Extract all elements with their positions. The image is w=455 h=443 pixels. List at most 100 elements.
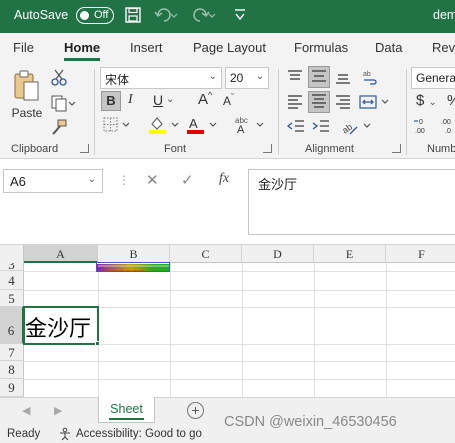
font-size-select[interactable]: 20 ⌄: [225, 67, 269, 89]
tab-page-layout[interactable]: Page Layout: [193, 40, 266, 55]
column-header-c[interactable]: C: [170, 245, 242, 263]
bold-button[interactable]: B: [101, 91, 121, 111]
column-headers: A B C D E F: [0, 245, 455, 263]
grow-font-button[interactable]: A^: [198, 90, 212, 108]
phonetic-guide-icon[interactable]: abc A: [233, 115, 267, 138]
font-name-select[interactable]: 宋体 ⌄: [100, 67, 222, 89]
divider: [94, 69, 95, 155]
shrink-font-button[interactable]: Aˇ: [223, 92, 234, 108]
column-header-d[interactable]: D: [242, 245, 314, 263]
align-middle-icon[interactable]: [308, 66, 330, 88]
svg-text:.00: .00: [441, 119, 451, 126]
sheet-nav-next-icon[interactable]: ▶: [54, 404, 62, 417]
add-sheet-icon[interactable]: +: [187, 402, 204, 419]
copy-icon[interactable]: [50, 94, 76, 115]
number-format-select[interactable]: General: [411, 67, 455, 89]
gridline: [242, 263, 243, 397]
autosave-state: Off: [94, 9, 109, 21]
gridline: [24, 290, 455, 291]
row-header-9[interactable]: 9: [0, 379, 24, 397]
align-center-icon[interactable]: [308, 91, 330, 113]
underline-button[interactable]: U: [153, 92, 163, 108]
gridline: [24, 361, 455, 362]
redo-icon[interactable]: [192, 6, 216, 26]
svg-text:.00: .00: [415, 128, 425, 135]
select-all-corner[interactable]: [0, 245, 24, 263]
gridline: [386, 263, 387, 397]
svg-text:~~~~~~: ~~~~~~: [105, 266, 145, 272]
ribbon: Paste Clipboard 宋体 ⌄ 20 ⌄ B I U ⌄ A^ Aˇ …: [0, 63, 455, 159]
tab-review[interactable]: Revi: [432, 40, 455, 55]
gridline: [170, 263, 171, 397]
title-bar: AutoSave Off dem: [0, 0, 455, 33]
decrease-decimal-icon[interactable]: .00.0: [439, 116, 455, 139]
tab-data[interactable]: Data: [375, 40, 402, 55]
formula-bar: A6 ⌄ ⋮ ✕ ✓ fx 金沙厅: [0, 159, 455, 245]
chevron-down-icon: ⌄: [87, 174, 96, 185]
row-header-8[interactable]: 8: [0, 361, 24, 379]
increase-decimal-icon[interactable]: 0.00: [413, 116, 435, 139]
name-box-value: A6: [10, 174, 26, 189]
svg-text:A: A: [189, 116, 198, 131]
sheet-tab[interactable]: Sheet: [98, 397, 155, 423]
name-box[interactable]: A6 ⌄: [3, 169, 103, 193]
gridline: [314, 263, 315, 397]
insert-function-button[interactable]: fx: [219, 171, 229, 187]
increase-indent-icon[interactable]: [311, 117, 331, 138]
row-header-7[interactable]: 7: [0, 344, 24, 361]
row-header-5[interactable]: 5: [0, 290, 24, 307]
clipboard-launcher-icon[interactable]: [80, 144, 89, 153]
chevron-down-icon[interactable]: ⌄: [166, 94, 174, 105]
column-header-b[interactable]: B: [98, 245, 170, 263]
enter-icon[interactable]: ✓: [181, 171, 194, 189]
tab-insert[interactable]: Insert: [130, 40, 163, 55]
row-header-3[interactable]: 3: [0, 263, 24, 271]
column-header-a[interactable]: A: [24, 245, 98, 263]
formula-bar-grip-icon[interactable]: ⋮: [118, 173, 130, 187]
row-header-4[interactable]: 4: [0, 271, 24, 290]
tab-formulas[interactable]: Formulas: [294, 40, 348, 55]
number-format-value: General: [416, 71, 455, 85]
font-name-value: 宋体: [105, 73, 130, 87]
number-group-label: Numb: [427, 143, 455, 155]
embedded-image[interactable]: ~~~~~~: [96, 262, 170, 272]
fill-handle[interactable]: [95, 341, 100, 346]
customize-toolbar-icon[interactable]: [234, 8, 246, 28]
accessibility-icon[interactable]: [58, 427, 72, 443]
align-right-icon[interactable]: [334, 93, 352, 114]
format-painter-icon[interactable]: [50, 118, 68, 139]
cancel-icon[interactable]: ✕: [146, 171, 159, 189]
wrap-text-icon[interactable]: ab: [361, 68, 379, 89]
column-header-e[interactable]: E: [314, 245, 386, 263]
merge-center-icon[interactable]: [358, 93, 392, 114]
paste-button[interactable]: Paste: [10, 69, 44, 120]
svg-text:.0: .0: [445, 128, 451, 135]
formula-input[interactable]: 金沙厅: [248, 169, 455, 235]
undo-icon[interactable]: [154, 6, 178, 26]
accessibility-status[interactable]: Accessibility: Good to go: [76, 428, 202, 440]
sheet-nav-prev-icon[interactable]: ◀: [22, 404, 30, 417]
decrease-indent-icon[interactable]: [286, 117, 306, 138]
tab-file[interactable]: File: [13, 40, 34, 55]
percent-icon[interactable]: %: [447, 92, 455, 109]
font-color-icon[interactable]: A: [186, 115, 220, 138]
divider: [406, 69, 407, 155]
alignment-launcher-icon[interactable]: [392, 144, 401, 153]
autosave-toggle[interactable]: Off: [76, 7, 114, 24]
cut-icon[interactable]: [50, 68, 68, 89]
align-left-icon[interactable]: [286, 93, 304, 114]
orientation-icon[interactable]: ab: [340, 116, 374, 139]
currency-icon[interactable]: $ ⌄: [416, 92, 437, 109]
fill-color-icon[interactable]: [148, 115, 182, 138]
save-icon[interactable]: [124, 6, 142, 26]
paste-label: Paste: [11, 106, 43, 120]
tab-home[interactable]: Home: [64, 40, 101, 61]
align-bottom-icon[interactable]: [334, 68, 352, 89]
column-header-f[interactable]: F: [386, 245, 455, 263]
row-header-6[interactable]: 6: [0, 307, 24, 344]
align-top-icon[interactable]: [286, 68, 304, 89]
italic-button[interactable]: I: [128, 92, 133, 108]
borders-icon[interactable]: [102, 116, 132, 137]
clipboard-group-label: Clipboard: [11, 143, 59, 155]
font-launcher-icon[interactable]: [263, 144, 272, 153]
